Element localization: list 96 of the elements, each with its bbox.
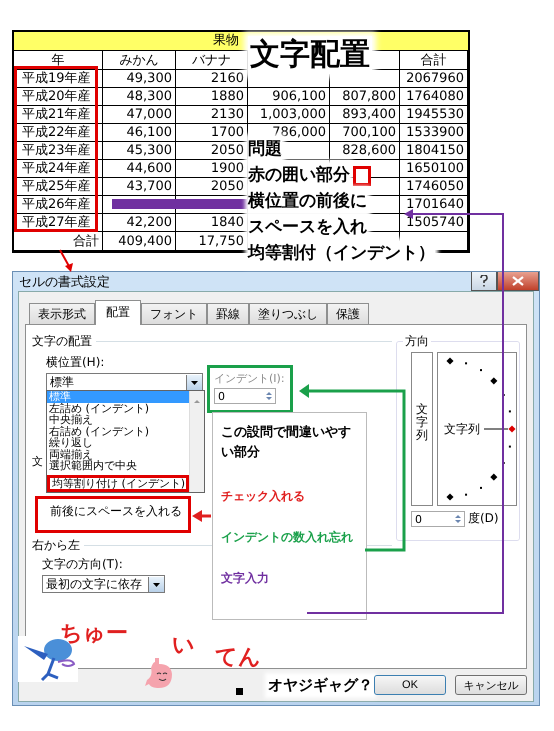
doodle-text: ちゅー [60, 620, 128, 648]
list-option[interactable]: 中央揃え [47, 414, 189, 426]
table-cell: 48,300 [103, 88, 176, 106]
table-cell: 1700 [176, 124, 248, 142]
table-cell: 平成26年産 [14, 196, 103, 214]
list-option[interactable]: 繰り返し [47, 437, 189, 448]
field-label: インデント(I): [214, 371, 286, 386]
list-option[interactable]: 右詰め (インデント) [47, 426, 189, 437]
field-label: 度(D) [468, 510, 499, 526]
group-label: 文 [32, 454, 43, 469]
tab[interactable]: フォント [141, 303, 207, 325]
group-label: 文字の配置 [32, 333, 92, 350]
dropdown-field[interactable]: 最初の文字に依存 [42, 575, 165, 593]
indent-spinner[interactable]: 0 [214, 388, 276, 404]
list-option[interactable]: 左詰め (インデント) [47, 402, 189, 414]
table-cell: 1945530 [400, 106, 468, 124]
column-header: 年 [14, 51, 103, 70]
list-option[interactable]: 選択範囲内で中央 [47, 460, 189, 472]
table-cell: 1804150 [400, 142, 468, 160]
table-cell: 49,300 [103, 70, 176, 88]
table-cell: 1746050 [400, 178, 468, 196]
vertical-text-option[interactable]: 文字列 [411, 352, 433, 506]
table-cell: 2067960 [400, 70, 468, 88]
table-cell: 807,800 [330, 88, 400, 106]
doodle-text: い [172, 632, 195, 660]
caret-icon [148, 576, 164, 592]
table-cell: 700,100 [330, 124, 400, 142]
table-cell: 平成24年産 [14, 160, 103, 178]
table-cell: 2160 [176, 70, 248, 88]
doodle-text: てん [215, 644, 261, 672]
column-header: みかん [103, 51, 176, 70]
note-text: 文字入力 [221, 570, 270, 587]
help-button[interactable] [471, 272, 497, 291]
table-cell: 1533900 [400, 124, 468, 142]
cancel-button[interactable]: キャンセル [455, 675, 527, 695]
checkbox-label: 前後にスペースを入れる [35, 496, 191, 533]
note-text: インデントの数入れ忘れ [221, 529, 354, 546]
table-cell: 1,003,000 [248, 106, 330, 124]
dial-text: 文字列 [444, 420, 480, 438]
table-cell: 46,100 [103, 124, 176, 142]
dialog-title: セルの書式設定 [19, 274, 110, 290]
table-cell: 平成25年産 [14, 178, 103, 196]
tab[interactable]: 罫線 [207, 303, 249, 325]
dropdown-field[interactable]: 標準 [46, 373, 203, 391]
table-cell: 平成22年産 [14, 124, 103, 142]
group-label: 右から左 [32, 537, 80, 554]
table-cell: 409,400 [103, 232, 176, 251]
table-title: 果物 [213, 32, 239, 50]
tab[interactable]: 塗りつぶし [249, 303, 327, 325]
note-heading: この設問で間違いやすい部分 [221, 424, 352, 462]
annotation-text: 横位置の前後に [248, 189, 367, 213]
square-frame-icon [353, 166, 371, 186]
table-cell: 平成23年産 [14, 142, 103, 160]
degree-spinner[interactable]: 0 [411, 511, 465, 527]
annotation-heading: 文字配置 [248, 36, 372, 74]
table-cell: 合計 [14, 232, 103, 251]
note-text: チェック入れる [221, 488, 306, 505]
table-cell: 平成19年産 [14, 70, 103, 88]
annotation-text: 問題 [248, 137, 282, 161]
tab[interactable]: 表示形式 [29, 303, 95, 325]
joke-text: オヤジギャグ？ [268, 676, 373, 694]
table-cell: 1650100 [400, 160, 468, 178]
table-cell: 平成20年産 [14, 88, 103, 106]
annotation-text: 赤の囲い部分 [248, 163, 350, 187]
annotation-text: 均等割付（インデント） [248, 241, 435, 265]
caret-icon [186, 374, 202, 390]
table-cell: 1764080 [400, 88, 468, 106]
field-label: 横位置(H): [46, 354, 104, 371]
close-button[interactable] [497, 272, 539, 291]
ok-button[interactable]: OK [374, 675, 446, 695]
orientation-dial[interactable]: 文字列 [437, 352, 517, 506]
table-cell: 45,300 [103, 142, 176, 160]
annotation-text: スペースを入れ [248, 215, 367, 239]
table-cell: 828,600 [330, 142, 400, 160]
table-cell: 906,100 [248, 88, 330, 106]
table-cell: 平成21年産 [14, 106, 103, 124]
help-icon [480, 275, 488, 287]
tab[interactable]: 保護 [327, 303, 369, 325]
square-mark-icon [236, 688, 243, 695]
column-header: 合計 [400, 51, 468, 70]
table-cell: 平成27年産 [14, 214, 103, 232]
list-option[interactable]: 均等割り付け (インデント) [47, 474, 189, 492]
arrow [59, 250, 73, 272]
table-cell: 47,000 [103, 106, 176, 124]
table-cell: 43,700 [103, 178, 176, 196]
stomach-icon [145, 658, 173, 690]
table-cell: 42,200 [103, 214, 176, 232]
table-cell: 44,600 [103, 160, 176, 178]
table-cell: 2130 [176, 106, 248, 124]
field-label: 文字の方向(T): [42, 556, 123, 573]
tab[interactable]: 配置 [95, 300, 141, 325]
table-cell: 893,400 [330, 106, 400, 124]
arrow [192, 510, 211, 522]
list-option[interactable]: 両端揃え [47, 448, 189, 460]
close-icon [512, 276, 524, 286]
table-cell: 1880 [176, 88, 248, 106]
